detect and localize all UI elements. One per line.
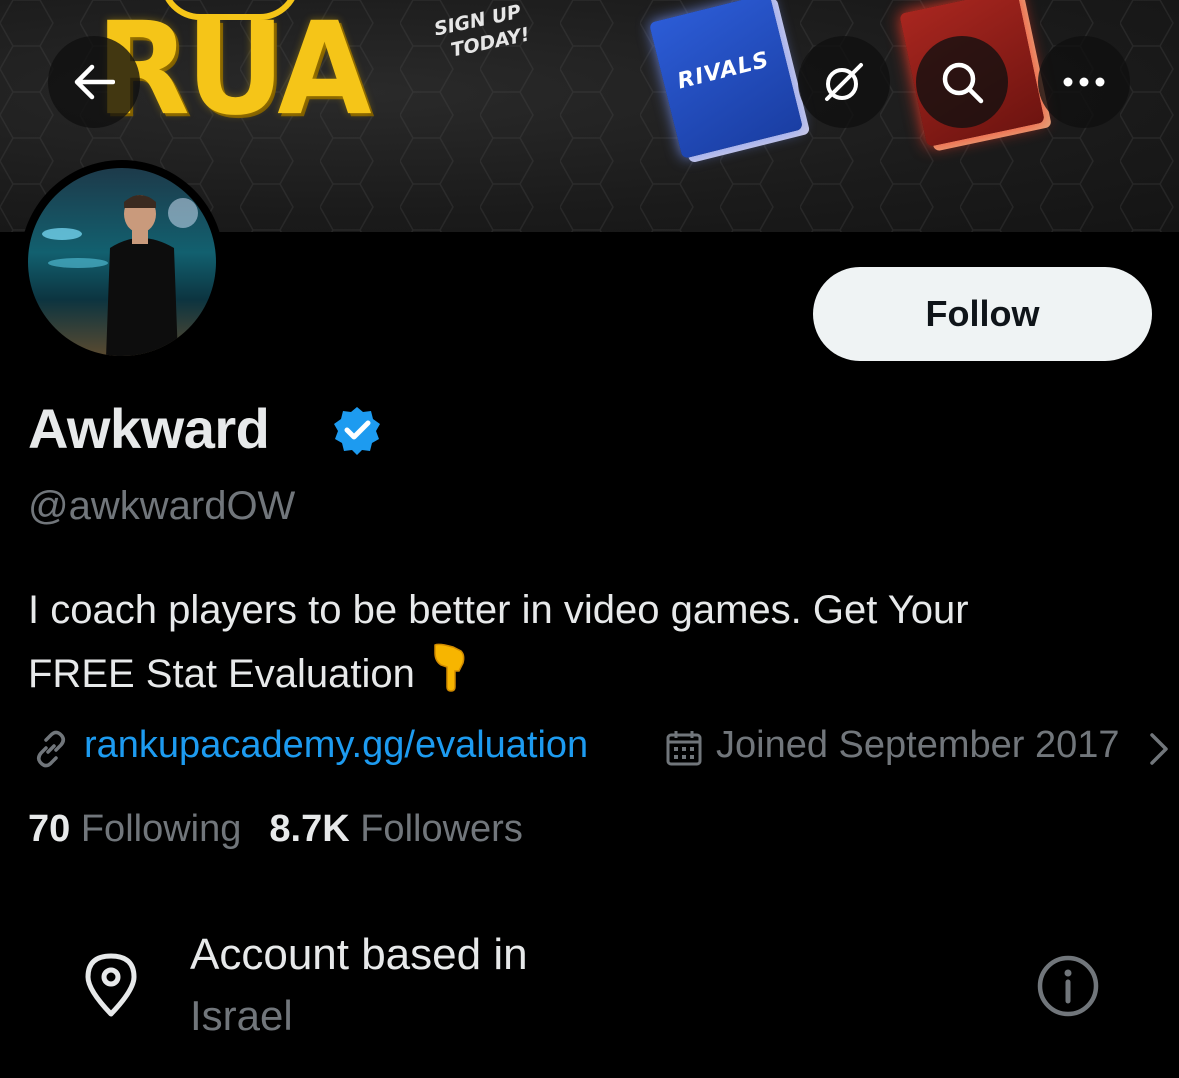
- back-button[interactable]: [48, 36, 140, 128]
- grok-button[interactable]: [798, 36, 890, 128]
- more-button[interactable]: [1038, 36, 1130, 128]
- grok-icon: [825, 63, 863, 101]
- search-icon: [942, 62, 984, 104]
- follow-stats: 70 Following 8.7K Followers: [28, 808, 523, 851]
- handle: @awkwardOW: [28, 484, 296, 528]
- account-based-in-value: Israel: [190, 992, 293, 1039]
- follow-button[interactable]: Follow: [813, 267, 1152, 361]
- chevron-right-icon[interactable]: [1148, 732, 1170, 766]
- joined-date: Joined September 2017: [716, 724, 1120, 766]
- avatar-person: [106, 195, 178, 356]
- bio: I coach players to be better in video ga…: [28, 580, 1148, 705]
- profile-meta: rankupacademy.gg/evaluation Joined Septe…: [28, 722, 1179, 774]
- following-count: 70: [28, 808, 71, 850]
- following-link[interactable]: 70 Following: [28, 808, 241, 850]
- pointing-down-emoji-icon: [434, 643, 465, 692]
- followers-count: 8.7K: [269, 808, 350, 850]
- followers-label: Followers: [360, 808, 523, 850]
- followers-link[interactable]: 8.7K Followers: [269, 808, 522, 850]
- avatar-photo: [28, 168, 216, 356]
- account-based-in-title: Account based in: [190, 930, 528, 979]
- avatar[interactable]: [20, 160, 224, 364]
- bio-line-1: I coach players to be better in video ga…: [28, 588, 969, 632]
- book-rivals-label: RIVALS: [675, 47, 772, 95]
- calendar-icon: [666, 731, 702, 766]
- website-link[interactable]: rankupacademy.gg/evaluation: [84, 724, 588, 767]
- following-label: Following: [80, 808, 242, 850]
- display-name: Awkward: [28, 397, 270, 460]
- more-horizontal-icon: [1063, 77, 1105, 87]
- link-icon: [37, 730, 65, 768]
- location-pin-icon: [85, 953, 137, 1017]
- bio-line-2-text: FREE Stat Evaluation: [28, 652, 415, 696]
- arrow-left-icon: [74, 64, 115, 100]
- verified-badge-icon[interactable]: [332, 405, 382, 455]
- search-button[interactable]: [916, 36, 1008, 128]
- bio-line-2: FREE Stat Evaluation: [28, 641, 1148, 705]
- info-icon[interactable]: [1036, 954, 1100, 1018]
